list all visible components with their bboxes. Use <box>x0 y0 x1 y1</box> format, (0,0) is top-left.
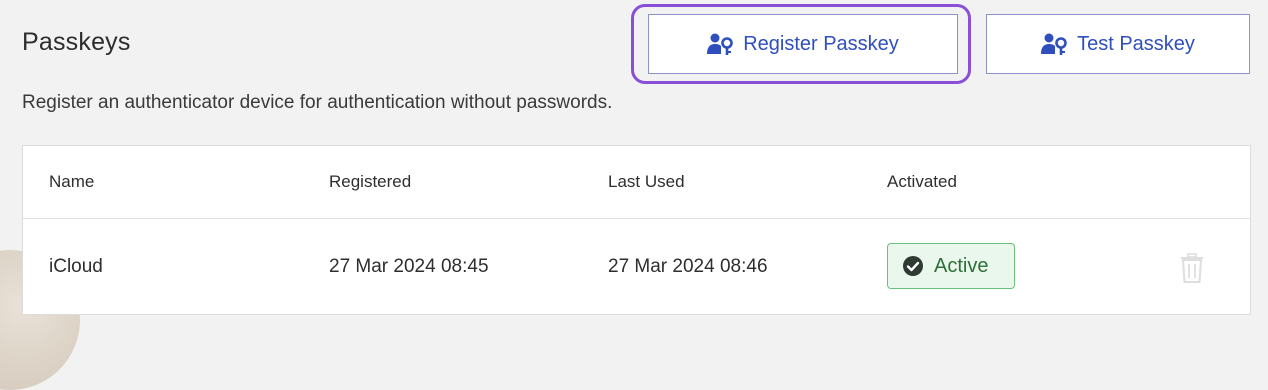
user-key-icon <box>707 32 735 56</box>
register-passkey-button[interactable]: Register Passkey <box>648 14 958 74</box>
status-badge: Active <box>887 243 1015 289</box>
column-header-registered: Registered <box>329 172 412 191</box>
test-passkey-label: Test Passkey <box>1077 32 1195 55</box>
check-circle-icon <box>902 255 924 277</box>
table-header: Name Registered Last Used Activated <box>23 146 1250 219</box>
page-title: Passkeys <box>22 28 131 56</box>
column-header-activated: Activated <box>887 172 957 191</box>
status-badge-label: Active <box>934 254 989 277</box>
passkey-last-used: 27 Mar 2024 08:46 <box>608 256 768 277</box>
column-header-name: Name <box>49 172 95 191</box>
user-key-icon <box>1041 32 1069 56</box>
trash-icon[interactable] <box>1177 252 1207 284</box>
passkey-registered: 27 Mar 2024 08:45 <box>329 256 489 277</box>
passkeys-table: Name Registered Last Used Activated iClo… <box>22 145 1251 315</box>
passkey-name: iCloud <box>49 256 103 277</box>
test-passkey-button[interactable]: Test Passkey <box>986 14 1250 74</box>
section-description: Register an authenticator device for aut… <box>22 92 613 113</box>
column-header-last-used: Last Used <box>608 172 685 191</box>
register-passkey-label: Register Passkey <box>743 32 899 55</box>
